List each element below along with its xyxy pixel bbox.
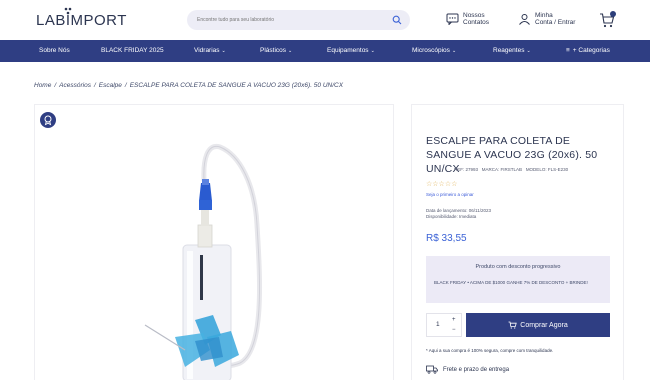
site-logo[interactable]: LABIMPORT bbox=[36, 12, 127, 29]
chevron-down-icon: ⌄ bbox=[221, 48, 226, 54]
chevron-down-icon: ⌄ bbox=[451, 48, 457, 54]
buy-now-label: Comprar Agora bbox=[520, 321, 568, 329]
account-line2: Conta / Entrar bbox=[535, 19, 576, 26]
site-header: LABIMPORT Nossos Contatos Minha Conta / … bbox=[0, 0, 650, 40]
contact-line1: Nossos bbox=[463, 12, 485, 19]
product-price: R$ 33,55 bbox=[426, 233, 467, 244]
main-nav: Sobre Nós BLACK FRIDAY 2025 Vidrarias ⌄ P… bbox=[0, 40, 650, 62]
account-line1: Minha bbox=[535, 12, 553, 19]
availability: Disponibilidade: Imediata bbox=[426, 214, 477, 219]
review-link[interactable]: Seja o primeiro a opinar bbox=[426, 192, 474, 197]
breadcrumb-current: ESCALPE PARA COLETA DE SANGUE A VACUO 23… bbox=[129, 82, 344, 89]
nav-item-microscopios[interactable]: Microscópios ⌄ bbox=[412, 40, 456, 62]
shipping-calculator[interactable]: Frete e prazo de entrega bbox=[426, 365, 509, 374]
secure-purchase-note: * Aqui a sua compra é 100% segura, compr… bbox=[426, 348, 554, 353]
product-ref: REF: 27993 bbox=[454, 167, 479, 172]
quantity-value[interactable]: 1 bbox=[436, 321, 440, 328]
search-icon[interactable] bbox=[392, 15, 402, 25]
nav-item-equipamentos[interactable]: Equipamentos ⌄ bbox=[327, 40, 375, 62]
product-brand: MARCA: FIRSTLAB bbox=[481, 167, 523, 172]
product-meta: REF: 27993 MARCA: FIRSTLAB MODELO: FLS-E… bbox=[454, 167, 568, 172]
quantity-stepper[interactable]: 1 + − bbox=[426, 313, 462, 337]
breadcrumb-home[interactable]: Home bbox=[34, 82, 51, 89]
buy-now-button[interactable]: Comprar Agora bbox=[466, 313, 610, 337]
breadcrumb-separator: / bbox=[93, 82, 96, 89]
breadcrumb-separator: / bbox=[124, 82, 127, 89]
nav-item-plasticos[interactable]: Plásticos ⌄ bbox=[260, 40, 292, 62]
nav-item-vidrarias[interactable]: Vidrarias ⌄ bbox=[194, 40, 226, 62]
nav-label: + Categorias bbox=[572, 47, 610, 54]
contact-link[interactable]: Nossos Contatos bbox=[446, 12, 489, 26]
product-image-panel bbox=[34, 104, 394, 380]
rating-stars: ☆☆☆☆☆ bbox=[426, 181, 458, 188]
chevron-down-icon: ⌄ bbox=[370, 48, 375, 54]
cart-badge bbox=[610, 11, 616, 17]
search-bar bbox=[187, 10, 410, 30]
contact-line2: Contatos bbox=[463, 19, 490, 26]
nav-item-more-categories[interactable]: ≡ + Categorias bbox=[566, 40, 610, 62]
nav-label: Equipamentos bbox=[327, 47, 369, 54]
nav-label: Reagentes bbox=[493, 47, 525, 54]
nav-label: Vidrarias bbox=[194, 47, 220, 54]
chevron-down-icon: ⌄ bbox=[288, 48, 293, 54]
quantity-plus-button[interactable]: + bbox=[452, 317, 456, 323]
product-model: MODELO: FLS-E230 bbox=[525, 167, 569, 172]
search-input[interactable] bbox=[197, 10, 377, 30]
breadcrumb-escalpe[interactable]: Escalpe bbox=[99, 82, 122, 89]
launch-info: Data de lançamento: 06/11/2023 Disponibi… bbox=[426, 208, 491, 220]
truck-icon bbox=[426, 365, 438, 374]
account-link[interactable]: Minha Conta / Entrar bbox=[518, 12, 575, 26]
menu-icon: ≡ bbox=[566, 47, 570, 54]
nav-label: Microscópios bbox=[412, 47, 450, 54]
award-icon bbox=[44, 115, 52, 126]
nav-label: BLACK FRIDAY 2025 bbox=[101, 47, 164, 54]
nav-label: Plásticos bbox=[260, 47, 287, 54]
user-icon bbox=[519, 14, 530, 25]
chat-icon bbox=[446, 13, 459, 25]
chevron-down-icon: ⌄ bbox=[526, 48, 531, 54]
breadcrumb-separator: / bbox=[54, 82, 57, 89]
breadcrumb: Home / Acessórios / Escalpe / ESCALPE PARA COL… bbox=[34, 82, 343, 89]
zoom-badge[interactable] bbox=[40, 112, 56, 128]
promo-box: Produto com desconto progressivo BLACK F… bbox=[426, 256, 610, 303]
product-image[interactable] bbox=[35, 105, 393, 380]
nav-item-reagentes[interactable]: Reagentes ⌄ bbox=[493, 40, 531, 62]
quantity-minus-button[interactable]: − bbox=[452, 327, 456, 333]
promo-text: BLACK FRIDAY • ACIMA DE $1000 GANHE 7% D… bbox=[434, 280, 588, 285]
nav-label: Sobre Nós bbox=[39, 47, 70, 54]
breadcrumb-acessorios[interactable]: Acessórios bbox=[59, 82, 91, 89]
cart-icon bbox=[508, 321, 517, 329]
nav-item-sobre[interactable]: Sobre Nós bbox=[39, 40, 70, 62]
shipping-label: Frete e prazo de entrega bbox=[443, 366, 510, 373]
promo-title: Produto com desconto progressivo bbox=[475, 264, 561, 270]
nav-item-black-friday[interactable]: BLACK FRIDAY 2025 bbox=[101, 40, 164, 62]
